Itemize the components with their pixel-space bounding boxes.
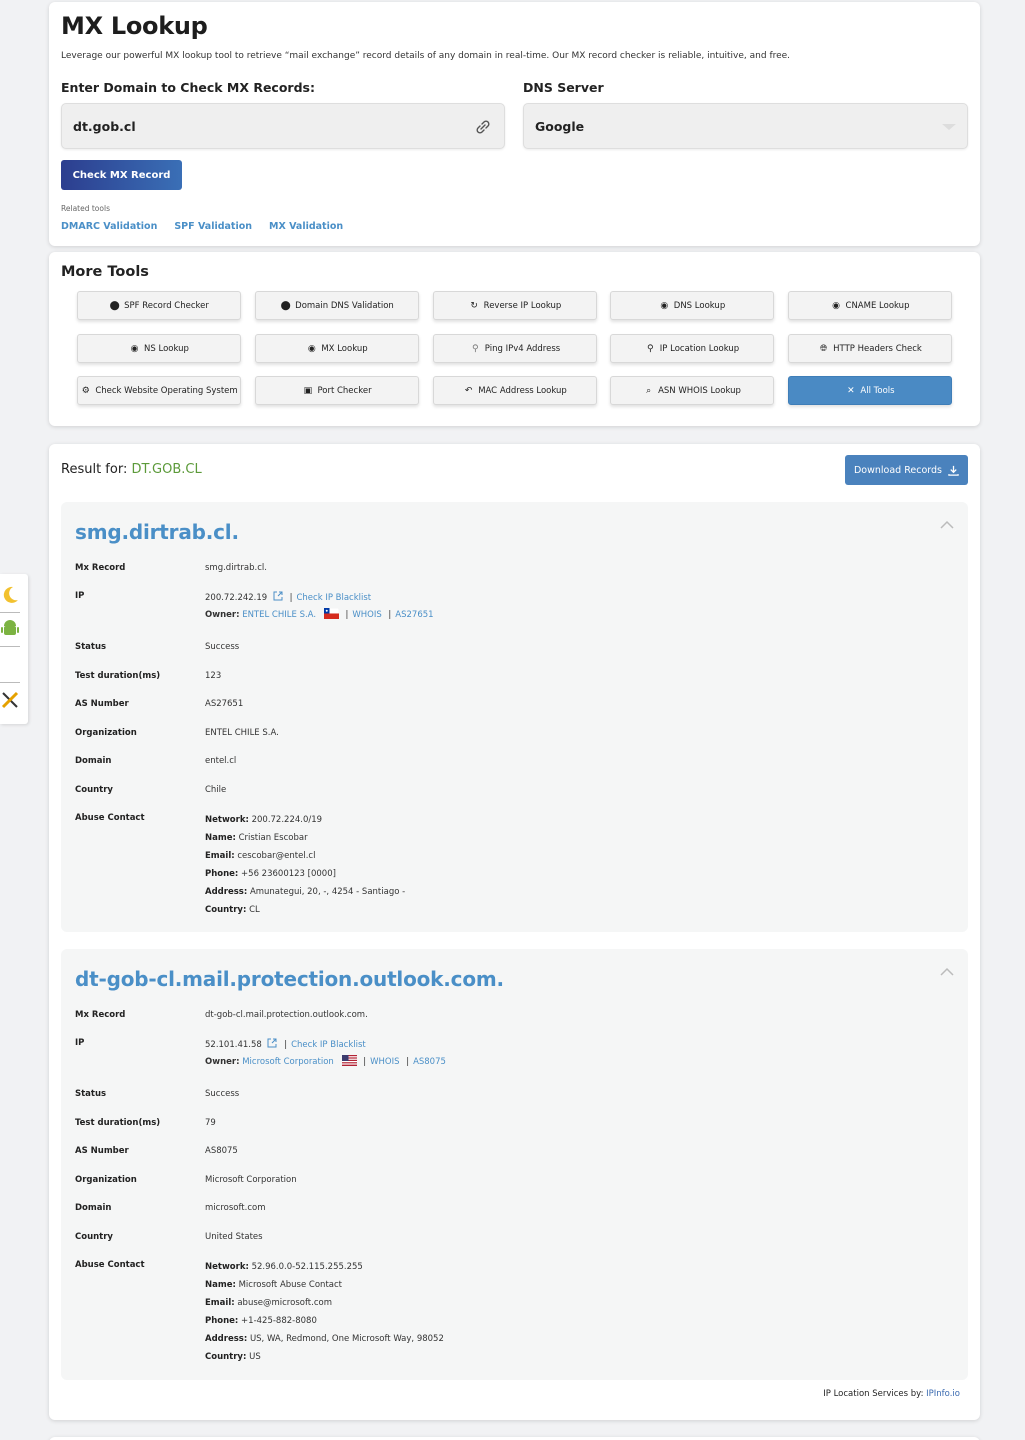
lookup-card: MX Lookup Leverage our powerful MX looku… [49, 2, 980, 246]
tool-mx-lookup[interactable]: ◉ MX Lookup [255, 334, 419, 363]
refresh-icon: ↻ [470, 300, 478, 311]
dns-icon: ◉ [307, 343, 316, 354]
whois-link[interactable]: WHOIS [370, 1057, 399, 1067]
location-pin-icon: ⚲ [471, 343, 479, 354]
external-link-icon[interactable] [273, 591, 283, 601]
mx-record-title[interactable]: smg.dirtrab.cl. [75, 520, 239, 544]
domain-label: Enter Domain to Check MX Records: [61, 80, 315, 95]
ip-value: 52.101.41.58 [205, 1040, 262, 1050]
dns-server-value[interactable]: Google [535, 119, 584, 134]
search-icon: ⌕ [646, 385, 652, 396]
owner-link[interactable]: Microsoft Corporation [242, 1057, 334, 1067]
tools-icon[interactable] [0, 690, 20, 710]
check-ip-blacklist-link[interactable]: Check IP Blacklist [291, 1040, 366, 1050]
more-tools-card: More Tools ⬤ SPF Record Checker ⬤ Domain D… [49, 252, 980, 426]
related-tools-links: DMARC Validation SPF Validation MX Valid… [61, 221, 343, 232]
ipinfo-link[interactable]: IPInfo.io [926, 1389, 960, 1399]
tool-reverse-ip-lookup[interactable]: ↻ Reverse IP Lookup [433, 291, 597, 320]
tool-dns-lookup[interactable]: ◉ DNS Lookup [610, 291, 774, 320]
dns-server-select[interactable]: Google [523, 103, 968, 149]
results-card: Result for: DT.GOB.CL Download Records s… [49, 444, 980, 1420]
tool-http-headers-check[interactable]: 🌐︎ HTTP Headers Check [788, 334, 952, 363]
related-link-dmarc[interactable]: DMARC Validation [61, 221, 157, 232]
chevron-down-icon [942, 124, 956, 130]
page-intro: Leverage our powerful MX lookup tool to … [61, 51, 791, 61]
owner-link[interactable]: ENTEL CHILE S.A. [242, 610, 316, 620]
result-domain: DT.GOB.CL [131, 462, 202, 477]
link-icon [476, 120, 490, 134]
domain-input-value[interactable]: dt.gob.cl [73, 119, 136, 134]
mx-record-panel: smg.dirtrab.cl. Mx Record smg.dirtrab.cl… [61, 502, 968, 932]
tools-icon: ✕ [847, 385, 855, 396]
tool-check-website-os[interactable]: ⚙ Check Website Operating System [77, 376, 241, 405]
check-ip-blacklist-link[interactable]: Check IP Blacklist [296, 593, 371, 603]
tool-mac-address-lookup[interactable]: ↶ MAC Address Lookup [433, 376, 597, 405]
side-toolbar [0, 574, 28, 724]
tool-spf-record-checker[interactable]: ⬤ SPF Record Checker [77, 291, 241, 320]
page-title: MX Lookup [61, 12, 208, 40]
mx-record-panel: dt-gob-cl.mail.protection.outlook.com. M… [61, 949, 968, 1380]
download-icon [948, 465, 959, 476]
tool-all-tools[interactable]: ✕ All Tools [788, 376, 952, 405]
result-heading: Result for: DT.GOB.CL [61, 462, 202, 477]
more-tools-title: More Tools [61, 264, 149, 280]
dns-icon: ◉ [660, 300, 669, 311]
chevron-up-icon[interactable] [940, 520, 954, 530]
chile-flag-icon [323, 608, 339, 619]
whois-link[interactable]: WHOIS [352, 610, 381, 620]
globe-icon: 🌐︎ [820, 343, 828, 354]
asn-link[interactable]: AS8075 [413, 1057, 446, 1067]
dns-server-label: DNS Server [523, 80, 604, 95]
mac-icon: ↶ [464, 385, 473, 396]
dns-icon: ◉ [130, 343, 139, 354]
ip-location-credit: IP Location Services by: IPInfo.io [823, 1389, 960, 1399]
tool-port-checker[interactable]: ▣ Port Checker [255, 376, 419, 405]
related-tools-label: Related tools [61, 204, 110, 213]
us-flag-icon [341, 1055, 357, 1066]
android-icon[interactable] [0, 618, 20, 638]
tool-ip-location-lookup[interactable]: ⚲ IP Location Lookup [610, 334, 774, 363]
location-pin-icon: ⚲ [646, 343, 654, 354]
tool-ns-lookup[interactable]: ◉ NS Lookup [77, 334, 241, 363]
check-mx-button[interactable]: Check MX Record [61, 160, 182, 190]
download-records-button[interactable]: Download Records [845, 455, 968, 485]
dns-icon: ◉ [832, 300, 840, 311]
chevron-up-icon[interactable] [940, 967, 954, 977]
external-link-icon[interactable] [267, 1038, 277, 1048]
tool-asn-whois-lookup[interactable]: ⌕ ASN WHOIS Lookup [610, 376, 774, 405]
mx-record-title[interactable]: dt-gob-cl.mail.protection.outlook.com. [75, 967, 504, 991]
port-icon: ▣ [303, 385, 313, 396]
moon-icon[interactable] [0, 584, 20, 604]
os-icon: ⚙ [81, 385, 90, 396]
tool-ping-ipv4[interactable]: ⚲ Ping IPv4 Address [433, 334, 597, 363]
tool-cname-lookup[interactable]: ◉ CNAME Lookup [788, 291, 952, 320]
asn-link[interactable]: AS27651 [395, 610, 433, 620]
check-badge-icon: ⬤ [280, 300, 291, 311]
domain-input[interactable]: dt.gob.cl [61, 103, 505, 149]
check-badge-icon: ⬤ [109, 300, 120, 311]
related-link-mx[interactable]: MX Validation [269, 221, 343, 232]
related-link-spf[interactable]: SPF Validation [174, 221, 252, 232]
tool-domain-dns-validation[interactable]: ⬤ Domain DNS Validation [255, 291, 419, 320]
ip-value: 200.72.242.19 [205, 593, 268, 603]
